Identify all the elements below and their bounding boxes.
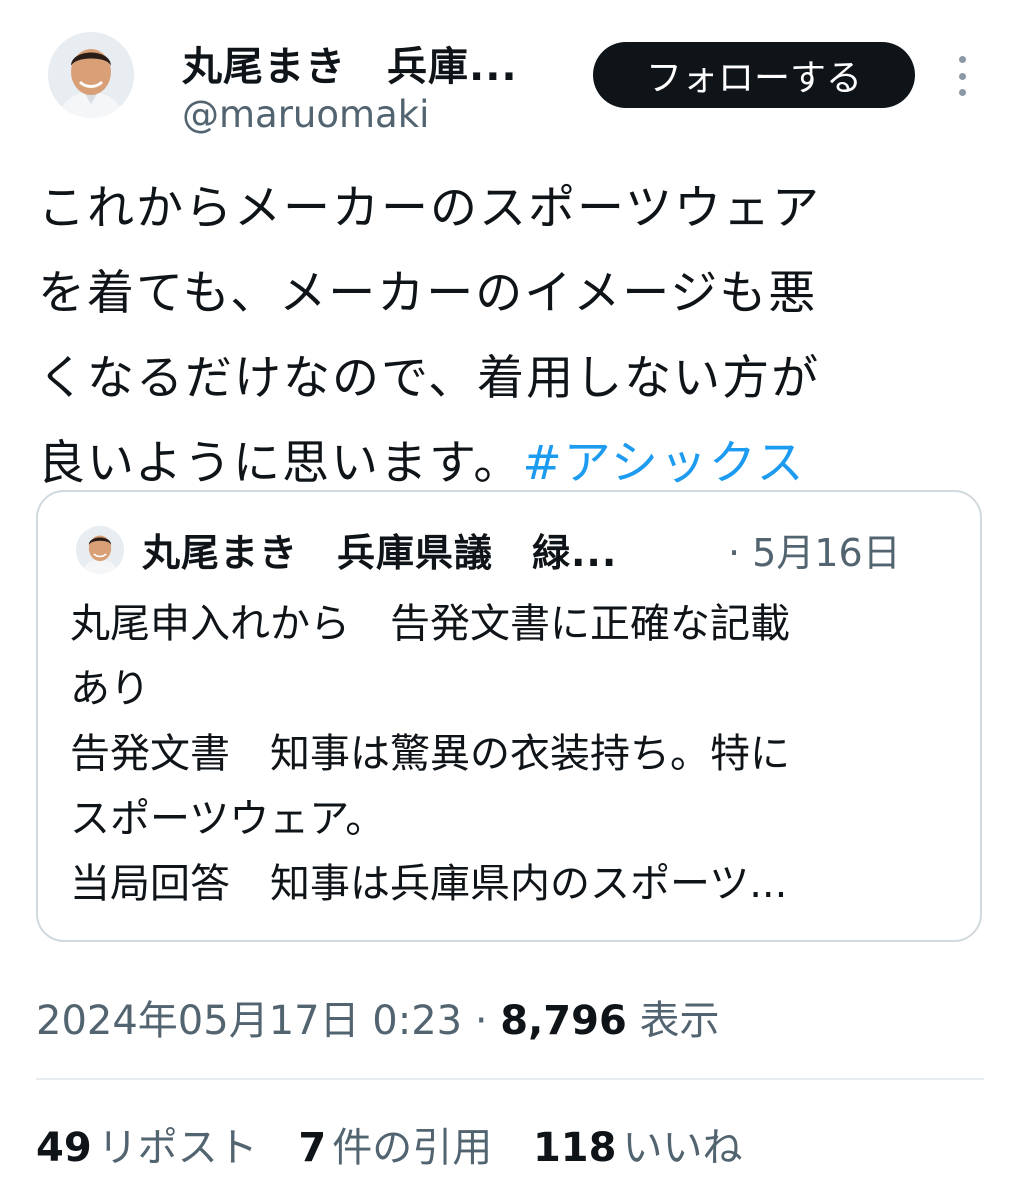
author-name[interactable]: 丸尾まき 兵庫... <box>182 34 518 92</box>
quoted-line: スポーツウェア。 <box>70 796 386 842</box>
quoted-tweet-date: · 5月16日 <box>728 531 901 575</box>
engagement-stats: 49 リポスト 7 件の引用 118 いいね <box>36 1115 770 1173</box>
likes-count: 118 <box>532 1125 617 1171</box>
quoted-line: あり <box>70 666 150 712</box>
tweet-timestamp[interactable]: 2024年05月17日 0:23 · <box>36 998 500 1044</box>
quoted-author-name: 丸尾まき 兵庫県議 緑... <box>142 531 618 575</box>
tweet-line: くなるだけなので、着用しない方が <box>38 351 821 406</box>
quoted-author-avatar <box>76 526 124 574</box>
quoted-tweet-card[interactable]: 丸尾まき 兵庫県議 緑... · 5月16日 丸尾申入れから 告発文書に正確な記… <box>36 490 982 942</box>
quotes-label: 件の引用 <box>332 1125 493 1171</box>
reposts-label: リポスト <box>97 1125 258 1171</box>
tweet-meta: 2024年05月17日 0:23 · 8,796 表示 <box>36 988 720 1046</box>
quotes-stat[interactable]: 7 件の引用 <box>298 1125 492 1171</box>
tweet-line: を着ても、メーカーのイメージも悪 <box>38 266 818 321</box>
author-avatar[interactable] <box>48 32 134 118</box>
view-count: 8,796 <box>500 998 627 1044</box>
quoted-tweet-text: 丸尾申入れから 告発文書に正確な記載 あり 告発文書 知事は驚異の衣装持ち。特に… <box>70 592 950 917</box>
hashtag-link[interactable]: #アシックス <box>522 436 805 491</box>
tweet-text: これからメーカーのスポーツウェア を着ても、メーカーのイメージも悪 くなるだけな… <box>38 166 998 506</box>
tweet-line-text: 良いように思います。 <box>38 436 523 491</box>
likes-stat[interactable]: 118 いいね <box>533 1125 743 1171</box>
reposts-count: 49 <box>36 1125 92 1171</box>
reposts-stat[interactable]: 49 リポスト <box>36 1125 258 1171</box>
view-label: 表示 <box>639 998 720 1044</box>
likes-label: いいね <box>622 1125 743 1171</box>
divider <box>36 1078 984 1080</box>
quoted-line: 告発文書 知事は驚異の衣装持ち。特に <box>70 731 790 777</box>
more-options-icon[interactable] <box>950 56 974 96</box>
author-handle[interactable]: @maruomaki <box>182 93 429 136</box>
follow-button[interactable]: フォローする <box>593 42 915 108</box>
tweet-line: これからメーカーのスポーツウェア <box>38 181 822 236</box>
quoted-line: 当局回答 知事は兵庫県内のスポーツ... <box>70 861 788 907</box>
quoted-line: 丸尾申入れから 告発文書に正確な記載 <box>70 601 790 647</box>
quotes-count: 7 <box>298 1125 327 1171</box>
